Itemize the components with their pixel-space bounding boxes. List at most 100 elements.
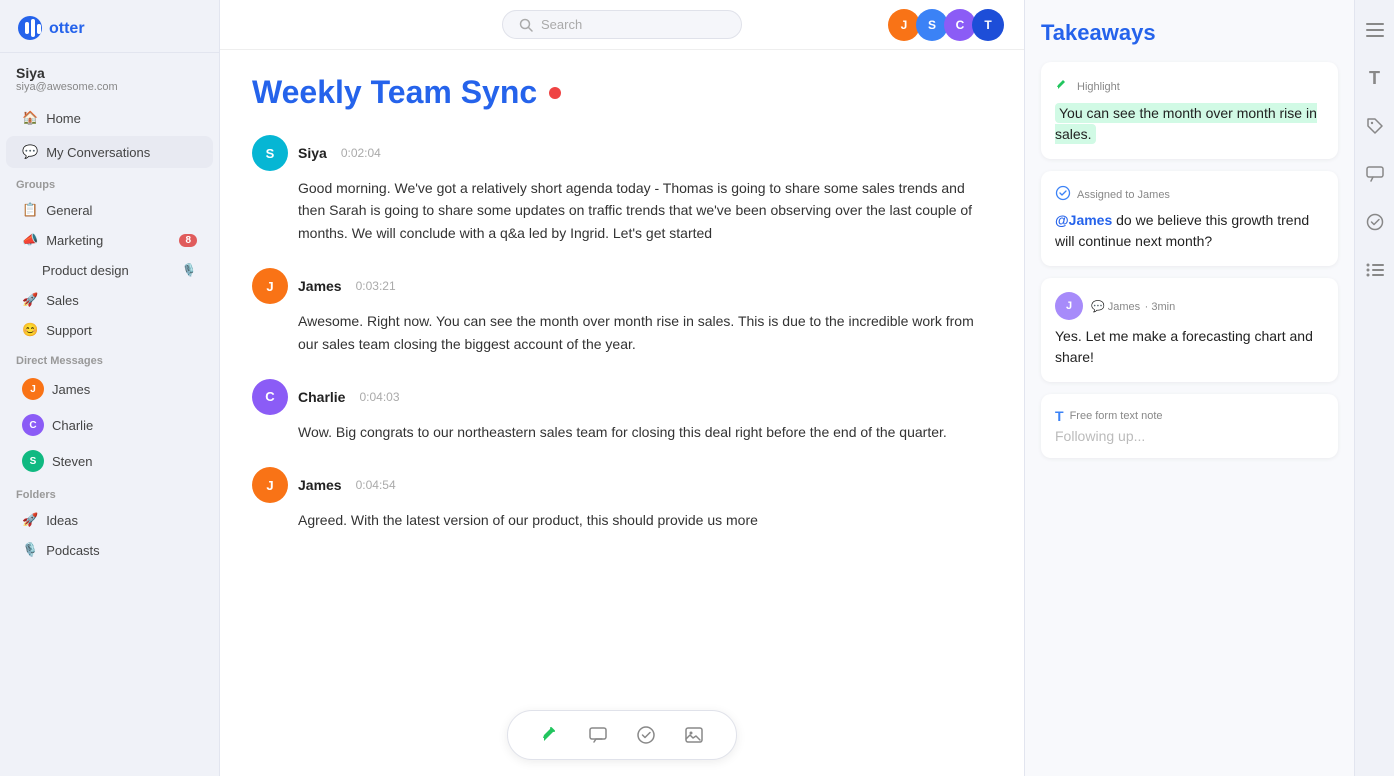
sidebar-header: otter bbox=[0, 0, 219, 53]
product-design-label: Product design bbox=[42, 263, 129, 278]
recording-indicator bbox=[549, 87, 561, 99]
avatar-steven: S bbox=[22, 450, 44, 472]
marketing-label: Marketing bbox=[46, 233, 103, 248]
takeaway-card-highlight: Highlight You can see the month over mon… bbox=[1041, 62, 1338, 159]
takeaway-card-reply: J 💬 James · 3min Yes. Let me make a fore… bbox=[1041, 278, 1338, 382]
freeform-label: T Free form text note bbox=[1055, 408, 1324, 424]
sidebar-item-home[interactable]: 🏠 Home bbox=[6, 102, 213, 134]
assigned-label-text: Assigned to James bbox=[1077, 189, 1170, 201]
freeform-t-icon: T bbox=[1055, 408, 1064, 424]
highlight-text: You can see the month over month rise in… bbox=[1055, 103, 1317, 144]
sidebar-item-support[interactable]: 😊 Support bbox=[6, 316, 213, 344]
message-header: J James 0:03:21 bbox=[252, 268, 992, 304]
sidebar-item-product-design[interactable]: Product design 🎙️ bbox=[6, 256, 213, 284]
check-circle-icon[interactable] bbox=[1361, 208, 1389, 236]
bullet-list-icon[interactable] bbox=[1361, 256, 1389, 284]
takeaway-text: @James do we believe this growth trend w… bbox=[1055, 210, 1324, 252]
podcasts-icon: 🎙️ bbox=[22, 542, 38, 558]
sidebar-folder-podcasts[interactable]: 🎙️ Podcasts bbox=[6, 536, 213, 564]
takeaway-label: Highlight bbox=[1055, 76, 1324, 97]
message-text: Wow. Big congrats to our northeastern sa… bbox=[252, 421, 992, 443]
message-time: 0:03:21 bbox=[356, 279, 396, 293]
action-tool-button[interactable] bbox=[632, 721, 660, 749]
sidebar-item-general[interactable]: 📋 General bbox=[6, 196, 213, 224]
svg-text:otter: otter bbox=[49, 20, 85, 37]
reply-icon: 💬 bbox=[1091, 301, 1108, 313]
bottom-toolbar bbox=[507, 710, 737, 760]
message-sender: James bbox=[298, 278, 342, 294]
image-tool-button[interactable] bbox=[680, 721, 708, 749]
reply-avatar: J bbox=[1055, 292, 1083, 320]
message-sender: Charlie bbox=[298, 389, 345, 405]
comment-tool-button[interactable] bbox=[584, 721, 612, 749]
lines-icon[interactable] bbox=[1361, 16, 1389, 44]
avatar: J bbox=[252, 268, 288, 304]
message-time: 0:02:04 bbox=[341, 146, 381, 160]
freeform-placeholder[interactable]: Following up... bbox=[1055, 428, 1324, 444]
sidebar-dm-james[interactable]: J James bbox=[6, 372, 213, 406]
message-block: C Charlie 0:04:03 Wow. Big congrats to o… bbox=[252, 379, 992, 443]
sidebar-folder-ideas[interactable]: 🚀 Ideas bbox=[6, 506, 213, 534]
search-bar[interactable]: Search bbox=[502, 10, 742, 39]
chat-title-row: Weekly Team Sync bbox=[252, 74, 992, 111]
user-info: Siya siya@awesome.com bbox=[0, 53, 219, 101]
dm-steven-label: Steven bbox=[52, 454, 92, 469]
message-time: 0:04:54 bbox=[356, 478, 396, 492]
avatar: S bbox=[252, 135, 288, 171]
sidebar-item-my-conversations[interactable]: 💬 My Conversations bbox=[6, 136, 213, 168]
takeaway-text: You can see the month over month rise in… bbox=[1055, 103, 1324, 145]
avatar-james: J bbox=[22, 378, 44, 400]
chat-area: Weekly Team Sync S Siya 0:02:04 Good mor… bbox=[220, 50, 1024, 776]
sidebar-dm-charlie[interactable]: C Charlie bbox=[6, 408, 213, 442]
ideas-icon: 🚀 bbox=[22, 512, 38, 528]
right-icons-strip: T bbox=[1354, 0, 1394, 776]
sidebar-conversations-label: My Conversations bbox=[46, 145, 150, 160]
avatar: C bbox=[252, 379, 288, 415]
home-icon: 🏠 bbox=[22, 110, 38, 126]
highlight-tool-button[interactable] bbox=[536, 721, 564, 749]
takeaway-label: Assigned to James bbox=[1055, 185, 1324, 204]
search-icon bbox=[519, 18, 533, 32]
message-header: S Siya 0:02:04 bbox=[252, 135, 992, 171]
comment-icon[interactable] bbox=[1361, 160, 1389, 188]
sidebar-dm-steven[interactable]: S Steven bbox=[6, 444, 213, 478]
message-time: 0:04:03 bbox=[359, 390, 399, 404]
sales-label: Sales bbox=[46, 293, 79, 308]
mic-icon: 🎙️ bbox=[181, 262, 197, 278]
text-format-icon[interactable]: T bbox=[1361, 64, 1389, 92]
topbar: Search J S C T bbox=[220, 0, 1024, 50]
reply-sender: James bbox=[1108, 301, 1140, 313]
dm-james-label: James bbox=[52, 382, 90, 397]
reply-timeago: 3min bbox=[1151, 301, 1175, 313]
support-icon: 😊 bbox=[22, 322, 38, 338]
avatar-charlie: C bbox=[22, 414, 44, 436]
user-name: Siya bbox=[16, 65, 203, 81]
message-text: Awesome. Right now. You can see the mont… bbox=[252, 310, 992, 355]
freeform-type-label[interactable]: Free form text note bbox=[1070, 410, 1163, 422]
chat-title: Weekly Team Sync bbox=[252, 74, 537, 111]
ideas-label: Ideas bbox=[46, 513, 78, 528]
dm-title: Direct Messages bbox=[0, 345, 219, 371]
search-placeholder: Search bbox=[541, 17, 582, 32]
right-panel: Takeaways Highlight You can see the mont… bbox=[1024, 0, 1354, 776]
sidebar-item-marketing[interactable]: 📣 Marketing 8 bbox=[6, 226, 213, 254]
message-text: Agreed. With the latest version of our p… bbox=[252, 509, 992, 531]
sales-icon: 🚀 bbox=[22, 292, 38, 308]
general-icon: 📋 bbox=[22, 202, 38, 218]
message-header: J James 0:04:54 bbox=[252, 467, 992, 503]
podcasts-label: Podcasts bbox=[46, 543, 99, 558]
general-label: General bbox=[46, 203, 92, 218]
user-email: siya@awesome.com bbox=[16, 81, 203, 93]
marketing-badge: 8 bbox=[179, 234, 197, 247]
conversations-icon: 💬 bbox=[22, 144, 38, 160]
sidebar-item-sales[interactable]: 🚀 Sales bbox=[6, 286, 213, 314]
message-sender: Siya bbox=[298, 145, 327, 161]
tag-icon[interactable] bbox=[1361, 112, 1389, 140]
marketing-icon: 📣 bbox=[22, 232, 38, 248]
groups-title: Groups bbox=[0, 169, 219, 195]
main-panel: Search J S C T Weekly Team Sync S Siya 0… bbox=[220, 0, 1024, 776]
avatar: J bbox=[252, 467, 288, 503]
message-block: S Siya 0:02:04 Good morning. We've got a… bbox=[252, 135, 992, 244]
takeaway-card-freeform: T Free form text note Following up... bbox=[1041, 394, 1338, 458]
takeaway-card-assigned: Assigned to James @James do we believe t… bbox=[1041, 171, 1338, 266]
